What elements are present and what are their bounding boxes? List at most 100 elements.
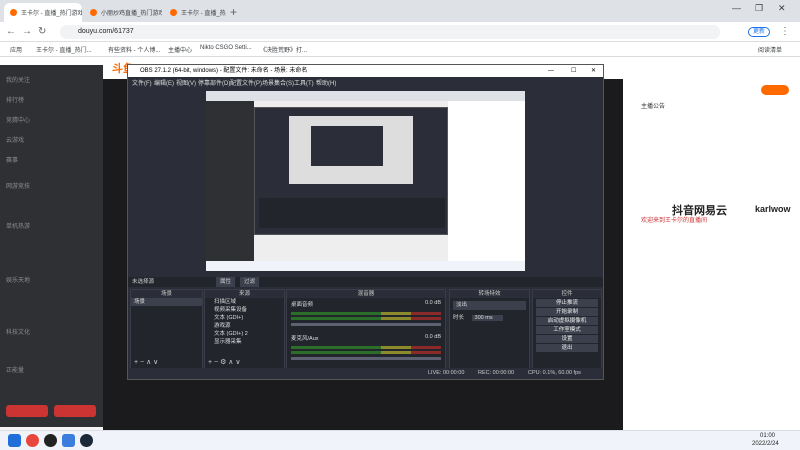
menu-file[interactable]: 文件(F) — [132, 78, 152, 87]
source-item[interactable]: 文本 (GDI+) 2 — [205, 330, 284, 338]
preview-nested-capture — [289, 116, 413, 184]
menu-edit[interactable]: 编辑(E) — [154, 78, 174, 87]
cpu-stats: CPU: 0.1%, 60.00 fps — [528, 370, 581, 376]
channel-db: 0.0 dB — [425, 334, 441, 340]
bookmark-item[interactable]: 有些资料 - 个人博... — [108, 45, 160, 54]
update-button[interactable]: 更新 — [748, 27, 770, 37]
mixer-dock-title: 混音器 — [287, 290, 445, 298]
back-icon[interactable]: ← — [6, 26, 16, 37]
sidebar-item[interactable]: 正能量 — [6, 365, 24, 374]
scene-controls[interactable]: + − ∧ ∨ — [134, 358, 158, 366]
sidebar-item[interactable]: 竞猜中心 — [6, 115, 30, 124]
source-controls[interactable]: + − ⚙ ∧ ∨ — [208, 358, 240, 366]
obs-maximize-icon[interactable]: ☐ — [571, 65, 576, 77]
scene-item[interactable]: 场景 — [131, 298, 202, 306]
tab-label: 王卡尔 - 直播_热门游戏直播_斗鱼 — [21, 11, 82, 17]
tab-bar: 王卡尔 - 直播_热门游戏直播_斗鱼 × 小丽炒鸡直播_热门游戏直播_斗鱼 × … — [0, 0, 800, 22]
restore-icon[interactable]: ❐ — [755, 3, 763, 14]
transition-select[interactable]: 淡出 — [453, 301, 526, 310]
source-item[interactable]: 文本 (GDI+) — [205, 314, 284, 322]
volume-slider[interactable] — [291, 357, 441, 360]
reading-list[interactable]: 阅读清单 — [758, 45, 782, 54]
start-icon[interactable] — [8, 434, 21, 447]
clock-time[interactable]: 01:00 — [760, 433, 775, 439]
exit-button[interactable]: 退出 — [536, 344, 598, 352]
sidebar-button-2[interactable] — [54, 405, 96, 417]
forward-icon[interactable]: → — [22, 26, 32, 37]
sidebar-item[interactable]: 云游戏 — [6, 135, 24, 144]
obs-minimize-icon[interactable]: — — [548, 65, 554, 77]
source-item[interactable]: 显示器采集 — [205, 338, 284, 346]
douyu-favicon — [90, 9, 97, 16]
obs-titlebar: OBS 27.1.2 (64-bit, windows) - 配置文件: 未命名… — [128, 65, 603, 77]
bookmark-item[interactable]: Nikto CSGO Setti... — [200, 45, 252, 51]
new-tab-icon[interactable]: + — [230, 5, 237, 19]
follow-button[interactable] — [761, 85, 789, 95]
douyu-favicon — [170, 9, 177, 16]
obs-menubar: 文件(F) 编辑(E) 视图(V) 停靠部件(D) 配置文件(P) 场景集合(S… — [128, 77, 603, 87]
menu-tools[interactable]: 工具(T) — [294, 78, 314, 87]
clock-date[interactable]: 2022/2/24 — [752, 441, 779, 447]
sources-dock: 来源 扫描区域 视频采集设备 文本 (GDI+) 游戏源 文本 (GDI+) 2… — [204, 289, 285, 369]
source-item[interactable]: 视频采集设备 — [205, 306, 284, 314]
transitions-dock-title: 转场特效 — [450, 290, 529, 298]
filters-button[interactable]: 过滤 — [240, 277, 260, 287]
menu-profile[interactable]: 配置文件(P) — [230, 78, 262, 87]
menu-view[interactable]: 视图(V) — [176, 78, 196, 87]
sidebar-item[interactable]: 单机热游 — [6, 221, 30, 230]
virtual-camera-button[interactable]: 启动虚拟摄像机 — [536, 317, 598, 325]
studio-mode-button[interactable]: 工作室模式 — [536, 326, 598, 334]
menu-docks[interactable]: 停靠部件(D) — [198, 78, 230, 87]
sidebar-item[interactable]: 赛事 — [6, 155, 18, 164]
duration-row: 时长 300 ms — [453, 313, 526, 321]
browser-tab-2[interactable]: 小丽炒鸡直播_热门游戏直播_斗鱼 × — [84, 3, 162, 22]
source-item[interactable]: 扫描区域 — [205, 298, 284, 306]
browser-tab-1[interactable]: 王卡尔 - 直播_热门游戏直播_斗鱼 × — [4, 3, 82, 22]
browser-tab-3[interactable]: 王卡尔 - 直播_热门游戏直播_斗鱼 — [164, 3, 226, 22]
menu-scene-collection[interactable]: 场景集合(S) — [262, 78, 294, 87]
menu-icon[interactable]: ⋮ — [780, 26, 790, 37]
windows-taskbar: 01:00 2022/2/24 — [0, 430, 800, 450]
sidebar-item[interactable]: 网游竞技 — [6, 181, 30, 190]
transition-type: 淡出 — [456, 302, 468, 308]
mixer-channel-1: 桌面音频 0.0 dB — [287, 298, 445, 310]
duration-input[interactable]: 300 ms — [471, 315, 503, 321]
minimize-icon[interactable]: — — [732, 3, 741, 13]
obs-icon[interactable] — [44, 434, 57, 447]
source-item[interactable]: 游戏源 — [205, 322, 284, 330]
start-recording-button[interactable]: 开始录制 — [536, 308, 598, 316]
url-input[interactable]: douyu.com/61737 — [60, 25, 720, 39]
channel-name: 桌面音频 — [291, 302, 314, 308]
channel-name: 麦克风/Aux — [291, 336, 319, 342]
obs-preview[interactable] — [206, 91, 525, 271]
address-bar: ← → ↻ douyu.com/61737 更新 ⋮ — [0, 22, 800, 42]
bookmark-item[interactable]: 《决胜荒野》打... — [260, 45, 307, 54]
duration-label: 时长 — [453, 315, 465, 321]
url-text: douyu.com/61737 — [78, 28, 134, 35]
close-window-icon[interactable]: ✕ — [778, 3, 786, 14]
volume-meter — [291, 317, 441, 320]
bookmark-item[interactable]: 主播中心 — [168, 45, 192, 54]
properties-button[interactable]: 属性 — [216, 277, 236, 287]
obs-close-icon[interactable]: ✕ — [591, 65, 596, 77]
app-icon[interactable] — [62, 434, 75, 447]
volume-meter — [291, 346, 441, 349]
chrome-icon[interactable] — [26, 434, 39, 447]
bookmark-item[interactable]: 应用 — [10, 45, 22, 54]
bookmark-item[interactable]: 王卡尔 - 直播_热门... — [36, 45, 92, 54]
left-sidebar: 我的关注 排行榜 竞猜中心 云游戏 赛事 网游竞技 单机热游 娱乐天地 科技文化… — [0, 65, 103, 427]
reload-icon[interactable]: ↻ — [38, 26, 46, 37]
menu-help[interactable]: 帮助(H) — [316, 78, 336, 87]
sources-dock-title: 来源 — [205, 290, 284, 298]
sidebar-item[interactable]: 我的关注 — [6, 75, 30, 84]
sidebar-item[interactable]: 科技文化 — [6, 327, 30, 336]
obs-statusbar: LIVE: 00:00:00 REC: 00:00:00 CPU: 0.1%, … — [128, 368, 603, 379]
sidebar-button-1[interactable] — [6, 405, 48, 417]
volume-slider[interactable] — [291, 323, 441, 326]
stop-streaming-button[interactable]: 停止推流 — [536, 299, 598, 307]
settings-button[interactable]: 设置 — [536, 335, 598, 343]
sidebar-item[interactable]: 排行榜 — [6, 95, 24, 104]
sidebar-item[interactable]: 娱乐天地 — [6, 275, 30, 284]
obs-window: OBS 27.1.2 (64-bit, windows) - 配置文件: 未命名… — [127, 64, 604, 380]
steam-icon[interactable] — [80, 434, 93, 447]
